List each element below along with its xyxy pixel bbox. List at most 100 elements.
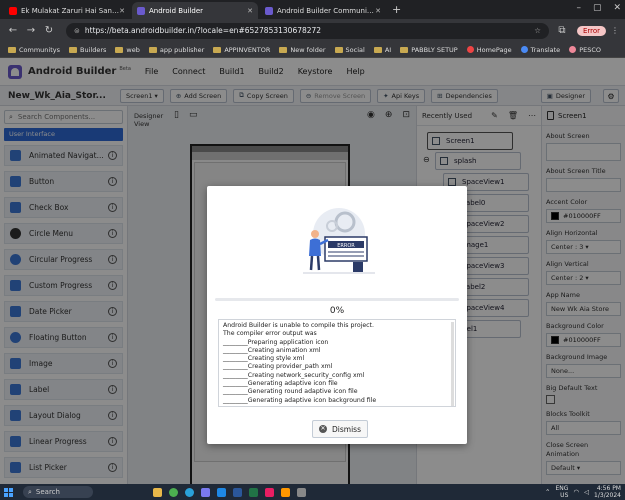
bookmark-label: web bbox=[126, 45, 140, 54]
bookmark-label: Builders bbox=[80, 45, 107, 54]
bookmark-label: Translate bbox=[530, 45, 561, 54]
taskbar-search-label: Search bbox=[35, 488, 60, 496]
chrome-icon[interactable] bbox=[169, 487, 178, 497]
folder-icon bbox=[148, 46, 157, 53]
excel-icon[interactable] bbox=[249, 487, 258, 497]
profile-error-button[interactable]: Error bbox=[576, 25, 606, 36]
windows-start-icon[interactable] bbox=[4, 487, 13, 497]
bookmark-label: app publisher bbox=[159, 45, 205, 54]
taskbar-apps bbox=[153, 487, 306, 497]
bookmark-link[interactable]: HomePage bbox=[466, 45, 512, 54]
back-icon[interactable]: ← bbox=[6, 25, 20, 36]
log-line: ________Creating network_security_config… bbox=[223, 371, 365, 379]
chevron-up-icon[interactable]: ⌃ bbox=[545, 488, 550, 496]
close-tab-icon[interactable]: ✕ bbox=[375, 7, 381, 15]
translate-icon bbox=[520, 46, 528, 53]
forward-icon[interactable]: → bbox=[24, 25, 38, 36]
url-field[interactable]: ⊜ https://beta.androidbuilder.in/?locale… bbox=[66, 22, 549, 39]
compile-error-dialog: ERROR 0% Android Builder is unable to co… bbox=[207, 186, 467, 444]
bookmark-label: HomePage bbox=[476, 45, 512, 54]
mail-icon[interactable] bbox=[217, 487, 226, 497]
folder-icon bbox=[115, 46, 124, 53]
illustration-error-text: ERROR bbox=[337, 243, 355, 249]
file-explorer-icon[interactable] bbox=[153, 487, 162, 497]
bookmark-folder[interactable]: web bbox=[115, 45, 140, 54]
log-line: ________Creating style xml bbox=[223, 355, 305, 363]
more-menu-icon[interactable]: ⋮ bbox=[611, 26, 619, 35]
address-bar: ← → ↻ ⊜ https://beta.androidbuilder.in/?… bbox=[0, 19, 625, 42]
minimize-icon[interactable]: – bbox=[576, 3, 581, 13]
browser-tab-strip: Ek Mulakat Zaruri Hai Sanam ✕ Android Bu… bbox=[0, 0, 625, 19]
compiler-output-log[interactable]: Android Builder is unable to compile thi… bbox=[218, 319, 456, 407]
folder-icon bbox=[213, 46, 222, 53]
bookmark-label: APPINVENTOR bbox=[224, 45, 271, 54]
browser-tab-android-builder[interactable]: Android Builder ✕ bbox=[132, 2, 258, 19]
lang-label: ENG bbox=[555, 485, 569, 492]
site-info-icon[interactable]: ⊜ bbox=[74, 27, 80, 35]
clock[interactable]: 4:56 PM 1/3/2024 bbox=[594, 485, 621, 499]
new-tab-button[interactable]: + bbox=[392, 3, 401, 16]
log-line: ________Generating round adaptive icon f… bbox=[223, 388, 358, 396]
bookmark-folder[interactable]: APPINVENTOR bbox=[213, 46, 270, 54]
close-tab-icon[interactable]: ✕ bbox=[247, 7, 253, 15]
bookmark-folder[interactable]: PABBLY SETUP bbox=[400, 46, 458, 54]
log-scrollbar[interactable] bbox=[451, 322, 454, 406]
media-icon[interactable] bbox=[281, 487, 290, 497]
bookmarks-bar: Communitys Builders web app publisher AP… bbox=[0, 42, 625, 58]
reload-icon[interactable]: ↻ bbox=[42, 25, 56, 36]
log-line: ________Preparing application icon bbox=[223, 338, 329, 346]
dismiss-button[interactable]: ✕ Dismiss bbox=[312, 420, 368, 438]
browser-tab-youtube[interactable]: Ek Mulakat Zaruri Hai Sanam ✕ bbox=[4, 2, 130, 19]
bookmark-folder[interactable]: Communitys bbox=[8, 46, 60, 54]
maximize-icon[interactable]: ▢ bbox=[593, 3, 602, 13]
bookmark-label: New folder bbox=[290, 45, 326, 54]
search-icon: ⌕ bbox=[28, 487, 32, 496]
close-window-icon[interactable]: ✕ bbox=[613, 3, 621, 13]
extensions-icon[interactable]: ⧉ bbox=[555, 25, 569, 36]
settings-icon[interactable] bbox=[297, 487, 306, 497]
bookmark-folder[interactable]: AI bbox=[373, 45, 392, 54]
bookmark-label: PABBLY SETUP bbox=[411, 45, 458, 54]
tab-title: Ek Mulakat Zaruri Hai Sanam bbox=[21, 6, 120, 15]
bookmark-folder[interactable]: New folder bbox=[279, 45, 326, 54]
log-line: The compiler error output was bbox=[223, 330, 317, 338]
bookmark-link[interactable]: Translate bbox=[520, 45, 561, 54]
close-circle-icon: ✕ bbox=[319, 425, 327, 433]
store-icon[interactable] bbox=[201, 487, 210, 497]
tab-title: Android Builder Community - T bbox=[277, 6, 376, 15]
windows-taskbar: ⌕ Search ⌃ ENG US ◠ ◁ 4:56 PM 1/3/2024 bbox=[0, 484, 625, 500]
language-indicator[interactable]: ENG US bbox=[555, 485, 568, 499]
log-line: ________Generating adaptive icon backgro… bbox=[223, 396, 377, 404]
android-builder-favicon-icon bbox=[265, 6, 273, 15]
bookmark-label: AI bbox=[384, 45, 392, 54]
date-label: 1/3/2024 bbox=[594, 492, 621, 499]
close-tab-icon[interactable]: ✕ bbox=[119, 7, 125, 15]
bookmark-folder[interactable]: app publisher bbox=[148, 45, 205, 54]
wifi-icon[interactable]: ◠ bbox=[573, 488, 579, 496]
tab-title: Android Builder bbox=[149, 6, 204, 15]
region-label: US bbox=[560, 492, 569, 499]
url-text: https://beta.androidbuilder.in/?locale=e… bbox=[84, 26, 322, 35]
bookmark-link[interactable]: PESCO bbox=[569, 46, 601, 54]
folder-icon bbox=[8, 46, 16, 53]
log-line: ________Creating animation xml bbox=[223, 346, 321, 354]
bookmark-label: PESCO bbox=[579, 45, 601, 54]
word-icon[interactable] bbox=[233, 487, 242, 497]
compile-progress-bar bbox=[215, 298, 459, 301]
edge-icon[interactable] bbox=[185, 487, 194, 497]
folder-icon bbox=[69, 46, 78, 53]
bookmark-star-icon[interactable]: ☆ bbox=[534, 26, 541, 35]
browser-tab-community[interactable]: Android Builder Community - T ✕ bbox=[260, 2, 386, 19]
photos-icon[interactable] bbox=[265, 487, 274, 497]
bookmark-folder[interactable]: Builders bbox=[69, 46, 106, 54]
youtube-icon bbox=[9, 6, 17, 15]
log-line: ________Generating adaptive icon file bbox=[223, 380, 338, 388]
volume-icon[interactable]: ◁ bbox=[584, 488, 589, 496]
bookmark-label: Social bbox=[345, 45, 365, 54]
folder-icon bbox=[279, 46, 288, 53]
window-controls: – ▢ ✕ bbox=[576, 3, 621, 13]
folder-icon bbox=[334, 46, 343, 53]
taskbar-search[interactable]: ⌕ Search bbox=[23, 486, 93, 498]
log-line: Android Builder is unable to compile thi… bbox=[223, 322, 374, 329]
bookmark-folder[interactable]: Social bbox=[334, 45, 365, 54]
